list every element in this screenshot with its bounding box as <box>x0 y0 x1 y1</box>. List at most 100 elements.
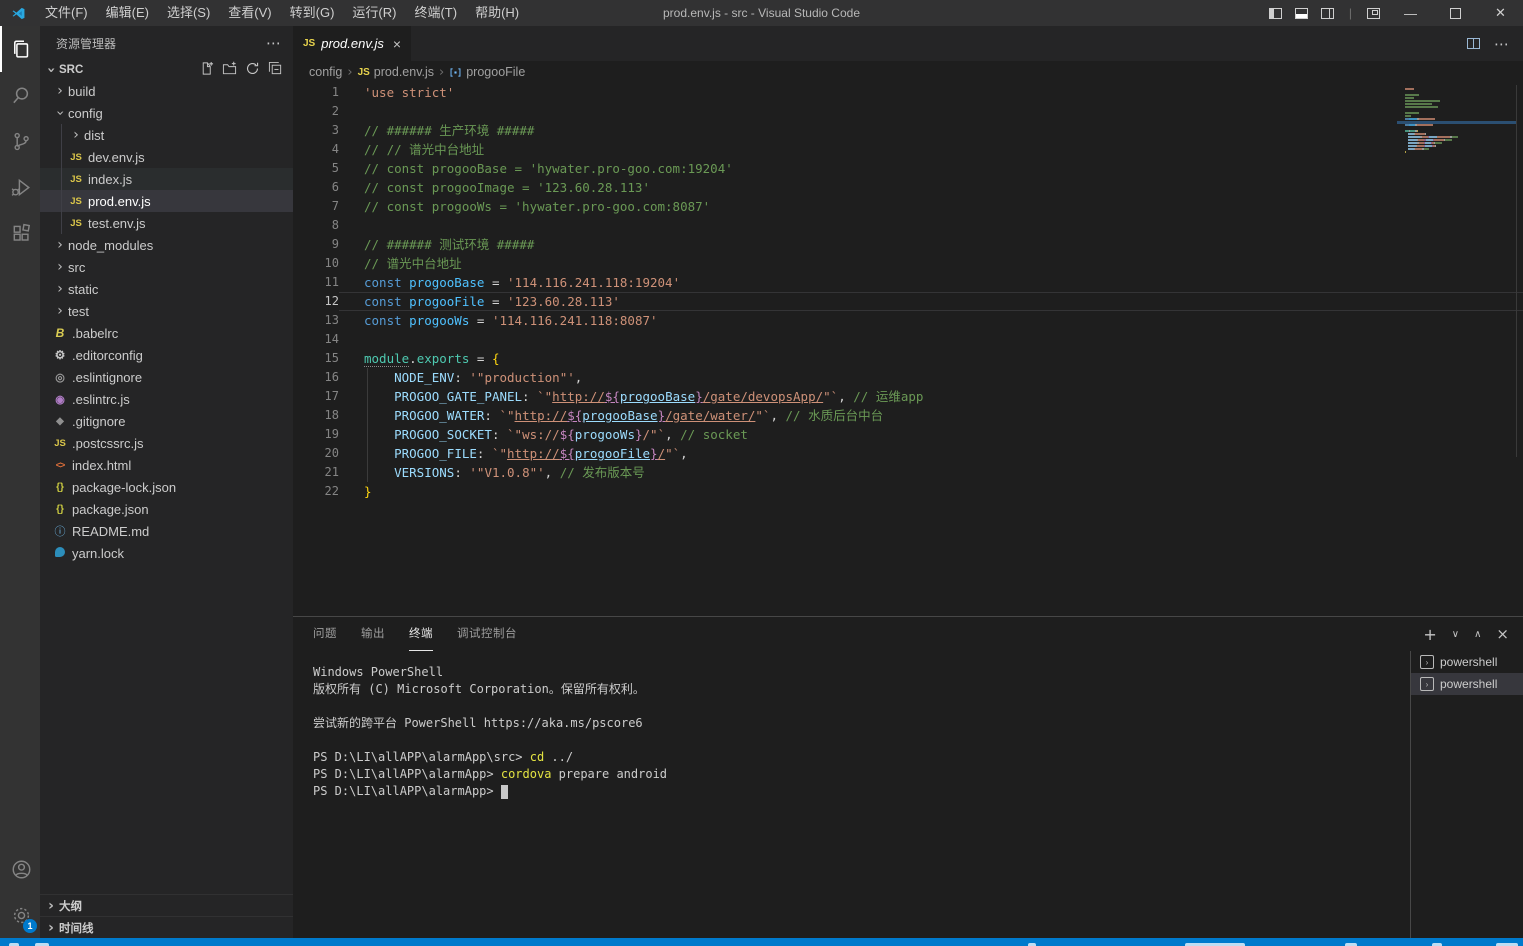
sidebar-more-icon[interactable]: ⋯ <box>266 34 281 52</box>
activitybar-extensions[interactable] <box>0 210 40 256</box>
window-controls: — ✕ <box>1388 0 1523 26</box>
menu-item-终端-t[interactable]: 终端(T) <box>405 0 466 26</box>
tree-item-node-modules[interactable]: ›node_modules <box>40 234 293 256</box>
close-button[interactable]: ✕ <box>1478 0 1523 26</box>
panel-actions: + ∨ ∧ × <box>1423 625 1523 644</box>
tree-item-config[interactable]: ›config <box>40 102 293 124</box>
line-content: VERSIONS: '"V1.0.8"', // 发布版本号 <box>339 463 1523 482</box>
split-editor-icon[interactable] <box>1467 38 1480 49</box>
token: prepare android <box>551 767 667 781</box>
toggle-sidebar-icon[interactable] <box>1269 8 1282 19</box>
token: "` <box>755 408 770 423</box>
tree-item-test-env-js[interactable]: JStest.env.js <box>40 212 293 234</box>
activitybar-account[interactable] <box>0 846 40 892</box>
code-line-10: 10// 谱光中台地址 <box>293 254 1523 273</box>
collapse-all-icon[interactable] <box>268 61 283 79</box>
menu-item-选择-s[interactable]: 选择(S) <box>158 0 219 26</box>
activitybar-run-debug[interactable] <box>0 164 40 210</box>
terminal-picker-chevron-icon[interactable]: ∨ <box>1452 629 1459 640</box>
maximize-panel-icon[interactable]: ∧ <box>1474 629 1481 640</box>
activitybar-search[interactable] <box>0 72 40 118</box>
chevron-right-icon: › <box>52 259 68 275</box>
tree-item-index-html[interactable]: <>index.html <box>40 454 293 476</box>
menu-item-运行-r[interactable]: 运行(R) <box>343 0 405 26</box>
new-file-icon[interactable] <box>199 61 214 79</box>
json-icon: {} <box>52 482 68 493</box>
breadcrumb-item-config[interactable]: config <box>309 65 342 79</box>
tree-item-index-js[interactable]: JSindex.js <box>40 168 293 190</box>
toggle-secondary-sidebar-icon[interactable] <box>1321 8 1334 19</box>
tree-item-prod-env-js[interactable]: JSprod.env.js <box>40 190 293 212</box>
minimap[interactable] <box>1405 88 1493 154</box>
tree-item-gitignore[interactable]: ◆.gitignore <box>40 410 293 432</box>
code-line-9: 9// ###### 测试环境 ##### <box>293 235 1523 254</box>
tree-item-static[interactable]: ›static <box>40 278 293 300</box>
menu-item-文件-f[interactable]: 文件(F) <box>36 0 97 26</box>
tree-item-editorconfig[interactable]: ⚙.editorconfig <box>40 344 293 366</box>
token: const <box>364 313 409 328</box>
activitybar-explorer[interactable] <box>0 26 40 72</box>
terminal-output[interactable]: Windows PowerShell版权所有 (C) Microsoft Cor… <box>293 651 1410 938</box>
breadcrumb-label: prod.env.js <box>374 65 434 79</box>
tab-prod-env-js[interactable]: JS prod.env.js × <box>293 26 411 61</box>
tree-item-build[interactable]: ›build <box>40 80 293 102</box>
refresh-icon[interactable] <box>245 61 260 79</box>
token: // ###### 测试环境 ##### <box>364 237 534 252</box>
panel-tab-问题[interactable]: 问题 <box>313 617 337 651</box>
tree-item-yarn-lock[interactable]: yarn.lock <box>40 542 293 564</box>
code-line-20: 20 PROGOO_FILE: `"http://${progooFile}/"… <box>293 444 1523 463</box>
code-editor[interactable]: 1'use strict'23// ###### 生产环境 #####4// /… <box>293 83 1523 616</box>
toggle-panel-icon[interactable] <box>1295 8 1308 19</box>
minimap-line <box>1405 112 1493 114</box>
editor-more-icon[interactable]: ⋯ <box>1494 35 1509 53</box>
tree-item-test[interactable]: ›test <box>40 300 293 322</box>
code-line-2: 2 <box>293 102 1523 121</box>
token: = <box>484 294 507 309</box>
activitybar-source-control[interactable] <box>0 118 40 164</box>
scrollbar[interactable] <box>1516 85 1517 457</box>
section-时间线[interactable]: ›时间线 <box>40 916 293 938</box>
maximize-button[interactable] <box>1433 0 1478 26</box>
menu-item-转到-g[interactable]: 转到(G) <box>281 0 344 26</box>
new-terminal-icon[interactable]: + <box>1423 625 1436 644</box>
breadcrumb-item-progoofile[interactable]: progooFile <box>449 65 525 79</box>
menubar: 文件(F)编辑(E)选择(S)查看(V)转到(G)运行(R)终端(T)帮助(H) <box>36 0 528 26</box>
menu-item-帮助-h[interactable]: 帮助(H) <box>466 0 528 26</box>
status-bar[interactable] <box>0 938 1523 946</box>
panel-tab-终端[interactable]: 终端 <box>409 617 433 651</box>
tree-item-babelrc[interactable]: B.babelrc <box>40 322 293 344</box>
line-content: PROGOO_GATE_PANEL: `"http://${progooBase… <box>339 387 1523 406</box>
token: Windows PowerShell <box>313 665 443 679</box>
minimize-button[interactable]: — <box>1388 0 1433 26</box>
panel-tab-输出[interactable]: 输出 <box>361 617 385 651</box>
terminal-list-item[interactable]: ›powershell <box>1411 673 1523 695</box>
minimap-line <box>1405 130 1493 132</box>
main-area: 1 资源管理器 ⋯ › SRC ›build›config›distJSdev.… <box>0 26 1523 938</box>
new-folder-icon[interactable] <box>222 61 237 79</box>
editor-group: JS prod.env.js × ⋯ config › JSprod.env.js ›… <box>293 26 1523 938</box>
explorer-section-header[interactable]: › SRC <box>40 60 293 80</box>
terminal-list-label: powershell <box>1440 677 1497 691</box>
tree-item-readme-md[interactable]: ⓘREADME.md <box>40 520 293 542</box>
tree-item-eslintignore[interactable]: ◎.eslintignore <box>40 366 293 388</box>
customize-layout-icon[interactable] <box>1367 8 1380 19</box>
tree-item-postcssrc-js[interactable]: JS.postcssrc.js <box>40 432 293 454</box>
menu-item-编辑-e[interactable]: 编辑(E) <box>97 0 158 26</box>
activitybar-settings[interactable]: 1 <box>0 892 40 938</box>
panel-tab-调试控制台[interactable]: 调试控制台 <box>457 617 517 651</box>
tree-item-eslintrc-js[interactable]: ◉.eslintrc.js <box>40 388 293 410</box>
tree-item-package-lock-json[interactable]: {}package-lock.json <box>40 476 293 498</box>
token: "` <box>665 446 680 461</box>
breadcrumb-separator: › <box>439 65 444 80</box>
tree-item-dist[interactable]: ›dist <box>40 124 293 146</box>
tree-item-dev-env-js[interactable]: JSdev.env.js <box>40 146 293 168</box>
tree-item-package-json[interactable]: {}package.json <box>40 498 293 520</box>
breadcrumb-item-prod-env-js[interactable]: JSprod.env.js <box>358 65 434 79</box>
section-大纲[interactable]: ›大纲 <box>40 894 293 916</box>
close-tab-icon[interactable]: × <box>393 36 401 52</box>
token: PS D:\LI\allAPP\alarmApp> <box>313 784 501 798</box>
terminal-list-item[interactable]: ›powershell <box>1411 651 1523 673</box>
menu-item-查看-v[interactable]: 查看(V) <box>219 0 280 26</box>
tree-item-src[interactable]: ›src <box>40 256 293 278</box>
close-panel-icon[interactable]: × <box>1496 625 1509 643</box>
